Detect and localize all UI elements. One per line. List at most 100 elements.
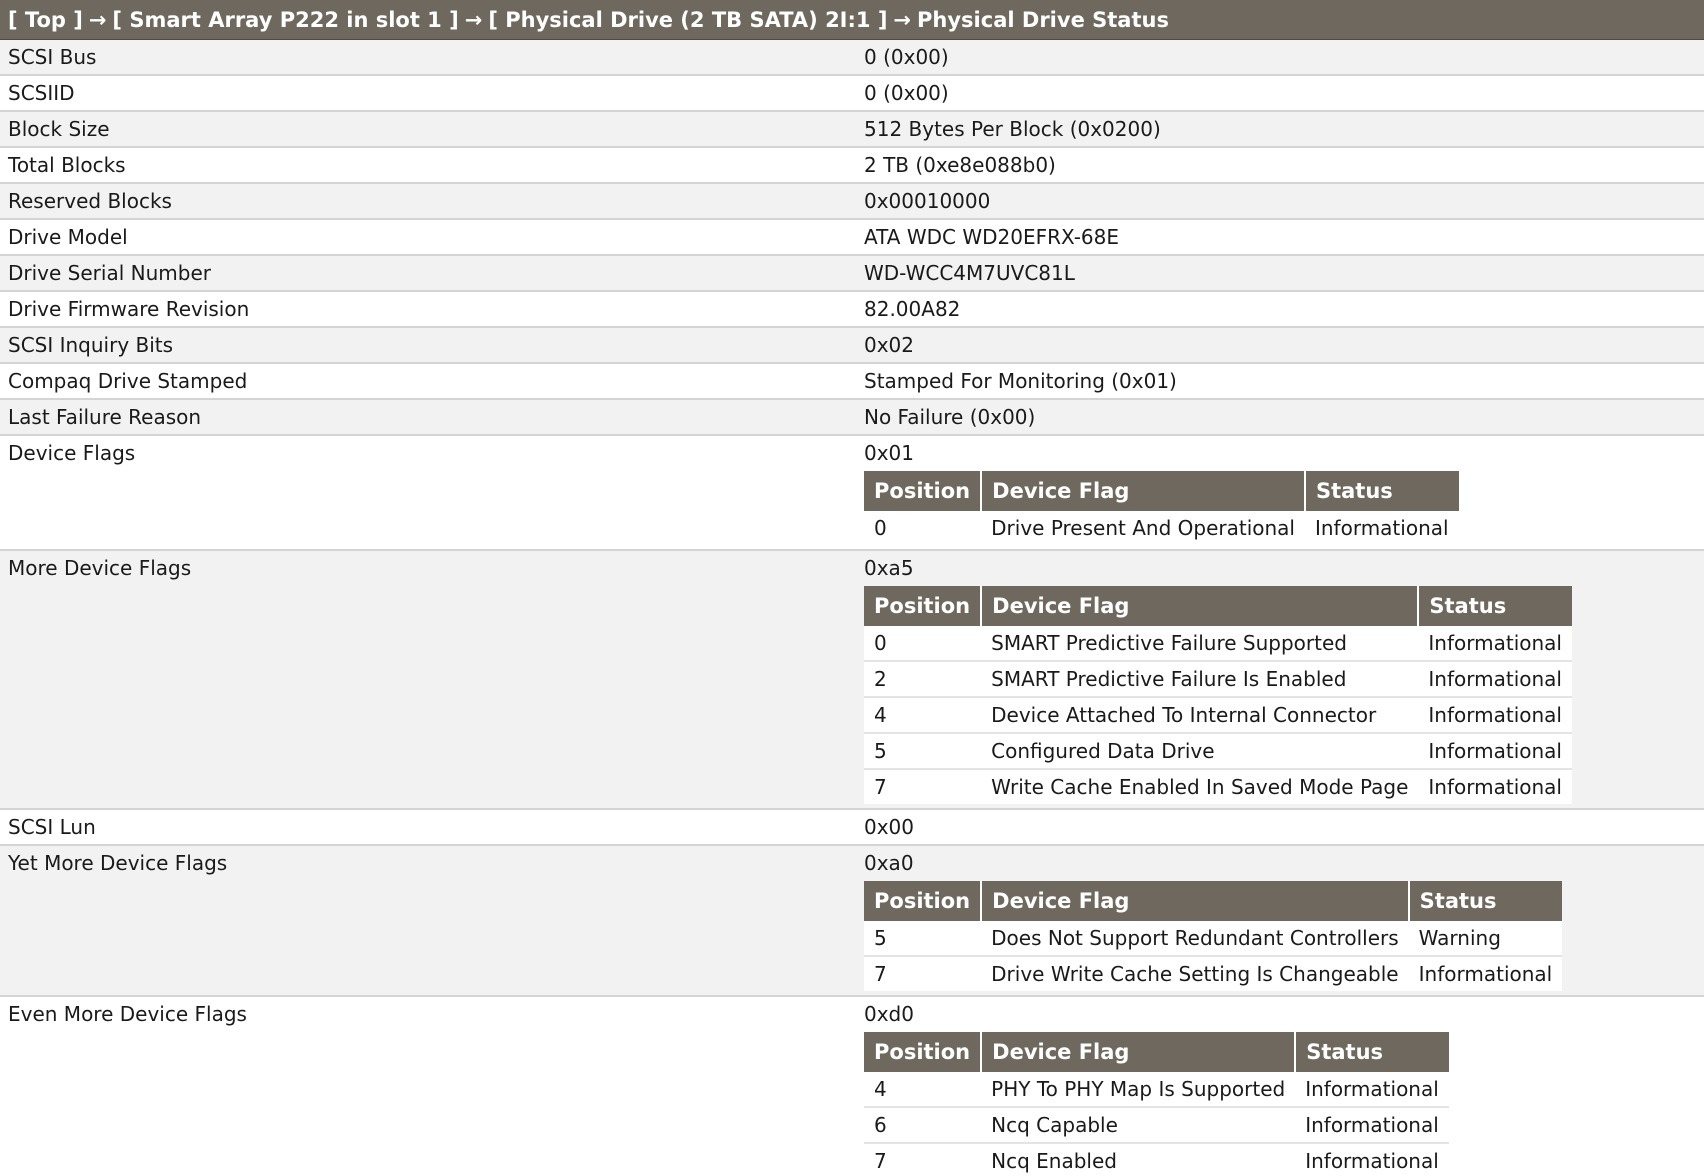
- flags-hex-value: 0xd0: [864, 1002, 914, 1026]
- yet-more-device-flags-table: Position Device Flag Status 5 Does Not Su…: [864, 881, 1563, 991]
- property-label: Block Size: [8, 117, 110, 141]
- breadcrumb-controller-link[interactable]: [ Smart Array P222 in slot 1 ]: [112, 8, 458, 32]
- flag-row: 4 Device Attached To Internal Connector In…: [864, 697, 1572, 734]
- even-more-device-flags-table: Position Device Flag Status 4 PHY To PHY …: [864, 1032, 1449, 1176]
- device-flag-header: Device Flag: [981, 881, 1410, 921]
- property-value: ATA WDC WD20EFRX-68E: [864, 225, 1119, 249]
- flag-status-cell: Informational: [1295, 1143, 1449, 1176]
- flag-status-cell: Informational: [1408, 956, 1563, 991]
- breadcrumb-arrow: →: [893, 8, 912, 32]
- status-header: Status: [1418, 586, 1572, 626]
- property-value: 0xa0 Position Device Flag Status 5 Does N…: [864, 846, 1704, 995]
- property-label: SCSI Bus: [8, 45, 97, 69]
- flag-row: 6 Ncq Capable Informational: [864, 1107, 1449, 1144]
- flag-name-cell: Device Attached To Internal Connector: [981, 697, 1419, 734]
- flag-name-cell: Ncq Enabled: [981, 1143, 1296, 1176]
- property-value: 0x00: [864, 815, 915, 839]
- flag-position-cell: 5: [864, 733, 982, 770]
- breadcrumb-arrow: →: [464, 8, 483, 32]
- property-value: 0 (0x00): [864, 45, 949, 69]
- property-row: Block Size 512 Bytes Per Block (0x0200): [0, 112, 1704, 148]
- property-value: 0x02: [864, 333, 915, 357]
- scsi-lun-row: SCSI Lun 0x00: [0, 810, 1704, 846]
- flag-name-cell: Configured Data Drive: [981, 733, 1419, 770]
- property-value: 0 (0x00): [864, 81, 949, 105]
- property-value: 0x01 Position Device Flag Status 0 Drive …: [864, 436, 1704, 549]
- flag-position-cell: 7: [864, 956, 982, 991]
- property-row: SCSI Bus 0 (0x00): [0, 40, 1704, 76]
- status-header: Status: [1408, 881, 1563, 921]
- flag-name-cell: SMART Predictive Failure Is Enabled: [981, 661, 1419, 698]
- flag-position-cell: 0: [864, 626, 982, 662]
- property-value: 0x00010000: [864, 189, 991, 213]
- property-row: Drive Serial Number WD-WCC4M7UVC81L: [0, 256, 1704, 292]
- property-value: WD-WCC4M7UVC81L: [864, 261, 1075, 285]
- property-label: Drive Firmware Revision: [8, 297, 250, 321]
- breadcrumb-physical-drive-link[interactable]: [ Physical Drive (2 TB SATA) 2I:1 ]: [488, 8, 887, 32]
- property-label: SCSI Inquiry Bits: [8, 333, 174, 357]
- status-header: Status: [1304, 471, 1459, 511]
- flag-status-cell: Informational: [1418, 661, 1572, 698]
- property-row: Reserved Blocks 0x00010000: [0, 184, 1704, 220]
- flag-row: 7 Write Cache Enabled In Saved Mode Page I…: [864, 769, 1572, 804]
- breadcrumb-arrow: →: [88, 8, 107, 32]
- flag-row: 7 Ncq Enabled Informational: [864, 1143, 1449, 1176]
- flag-name-cell: SMART Predictive Failure Supported: [981, 626, 1419, 662]
- breadcrumb-top-link[interactable]: [ Top ]: [8, 8, 83, 32]
- property-row: SCSIID 0 (0x00): [0, 76, 1704, 112]
- property-row: Drive Firmware Revision 82.00A82: [0, 292, 1704, 328]
- device-flag-header: Device Flag: [981, 471, 1306, 511]
- flag-name-cell: PHY To PHY Map Is Supported: [981, 1072, 1296, 1108]
- property-label: Yet More Device Flags: [8, 851, 228, 875]
- flag-position-cell: 0: [864, 511, 982, 545]
- even-more-device-flags-row: Even More Device Flags 0xd0 Position Dev…: [0, 997, 1704, 1176]
- property-row: Last Failure Reason No Failure (0x00): [0, 400, 1704, 436]
- property-label: SCSIID: [8, 81, 75, 105]
- flag-name-cell: Does Not Support Redundant Controllers: [981, 921, 1409, 957]
- position-header: Position: [864, 1032, 983, 1072]
- flag-status-cell: Informational: [1418, 769, 1572, 804]
- property-label: Drive Serial Number: [8, 261, 211, 285]
- position-header: Position: [864, 586, 983, 626]
- flag-status-cell: Warning: [1408, 921, 1563, 957]
- property-label: Last Failure Reason: [8, 405, 202, 429]
- page-title: Physical Drive Status: [917, 8, 1169, 32]
- flag-name-cell: Ncq Capable: [981, 1107, 1296, 1144]
- property-label: Compaq Drive Stamped: [8, 369, 248, 393]
- device-flags-table: Position Device Flag Status 0 Drive Prese…: [864, 471, 1459, 545]
- property-value: 512 Bytes Per Block (0x0200): [864, 117, 1161, 141]
- flag-row: 0 SMART Predictive Failure Supported Infor…: [864, 626, 1572, 662]
- property-label: Total Blocks: [8, 153, 126, 177]
- more-device-flags-row: More Device Flags 0xa5 Position Device F…: [0, 551, 1704, 810]
- flag-position-cell: 4: [864, 1072, 982, 1108]
- device-flag-header: Device Flag: [981, 1032, 1297, 1072]
- flag-position-cell: 4: [864, 697, 982, 734]
- flag-name-cell: Drive Write Cache Setting Is Changeable: [981, 956, 1409, 991]
- flag-row: 5 Does Not Support Redundant Controllers W…: [864, 921, 1563, 957]
- yet-more-device-flags-row: Yet More Device Flags 0xa0 Position Devi…: [0, 846, 1704, 997]
- flag-status-cell: Informational: [1418, 626, 1572, 662]
- position-header: Position: [864, 471, 983, 511]
- device-flags-row: Device Flags 0x01 Position Device Flag S…: [0, 436, 1704, 551]
- property-label: Reserved Blocks: [8, 189, 172, 213]
- property-label: SCSI Lun: [8, 815, 96, 839]
- property-list: SCSI Bus 0 (0x00) SCSIID 0 (0x00) Block Size…: [0, 40, 1704, 436]
- flag-position-cell: 7: [864, 1143, 982, 1176]
- flags-hex-value: 0xa0: [864, 851, 914, 875]
- flag-name-cell: Write Cache Enabled In Saved Mode Page: [981, 769, 1419, 804]
- position-header: Position: [864, 881, 983, 921]
- more-device-flags-table: Position Device Flag Status 0 SMART Predi…: [864, 586, 1572, 804]
- flag-position-cell: 7: [864, 769, 982, 804]
- property-value: 82.00A82: [864, 297, 961, 321]
- breadcrumb: [ Top ] →[ Smart Array P222 in slot 1 ] →[…: [0, 0, 1704, 40]
- property-label: More Device Flags: [8, 556, 192, 580]
- flag-position-cell: 6: [864, 1107, 982, 1144]
- property-value: Stamped For Monitoring (0x01): [864, 369, 1177, 393]
- flag-row: 4 PHY To PHY Map Is Supported Informationa…: [864, 1072, 1449, 1108]
- flag-position-cell: 2: [864, 661, 982, 698]
- flag-status-cell: Informational: [1295, 1107, 1449, 1144]
- flag-position-cell: 5: [864, 921, 982, 957]
- property-label: Device Flags: [8, 441, 136, 465]
- property-label: Drive Model: [8, 225, 128, 249]
- flag-name-cell: Drive Present And Operational: [981, 511, 1305, 545]
